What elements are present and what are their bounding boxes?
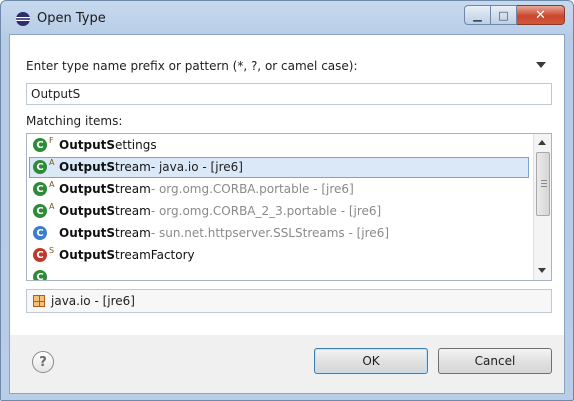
title-bar: Open Type ▁ □ ✕	[1, 1, 573, 35]
list-item-partial[interactable]: C	[27, 266, 533, 280]
ok-button[interactable]: OK	[314, 348, 428, 374]
package-icon	[33, 295, 45, 307]
minimize-button[interactable]: ▁	[464, 5, 491, 25]
type-name: OutputStreamFactory	[59, 248, 195, 262]
type-package: - org.omg.CORBA_2_3.portable - [jre6]	[150, 204, 382, 218]
list-item[interactable]: C F OutputSettings	[27, 134, 533, 156]
dialog-body: Enter type name prefix or pattern (*, ?,…	[9, 34, 565, 394]
class-abstract-icon: C	[33, 182, 47, 196]
scroll-thumb[interactable]	[536, 152, 550, 216]
matching-items-label: Matching items:	[26, 114, 123, 128]
type-name: OutputSettings	[59, 138, 157, 152]
package-status-text: java.io - [jre6]	[51, 294, 135, 308]
type-name: OutputStream	[59, 204, 151, 218]
modifier-badge: S	[49, 245, 55, 255]
window-title: Open Type	[37, 11, 106, 26]
type-search-input[interactable]	[26, 83, 552, 105]
package-status-bar: java.io - [jre6]	[26, 289, 552, 313]
list-item[interactable]: C S OutputStreamFactory	[27, 244, 533, 266]
class-abstract-icon: C	[33, 160, 47, 174]
maximize-button[interactable]: □	[491, 5, 517, 25]
matching-items-list[interactable]: C F OutputSettings C A OutputStream - ja…	[26, 133, 552, 281]
dialog-content: Enter type name prefix or pattern (*, ?,…	[10, 35, 564, 335]
class-icon: C	[33, 226, 47, 240]
type-name: OutputStream	[59, 182, 151, 196]
prompt-label: Enter type name prefix or pattern (*, ?,…	[26, 59, 358, 73]
class-static-icon: C	[33, 248, 47, 262]
vertical-scrollbar[interactable]	[533, 134, 551, 280]
scroll-up-icon[interactable]	[538, 140, 546, 145]
maximize-icon: □	[498, 8, 509, 22]
list-item[interactable]: C OutputStream - sun.net.httpserver.SSLS…	[27, 222, 533, 244]
type-package: - java.io - [jre6]	[150, 160, 243, 174]
modifier-badge: A	[49, 201, 55, 211]
close-button[interactable]: ✕	[517, 5, 565, 25]
type-package: - org.omg.CORBA.portable - [jre6]	[150, 182, 354, 196]
scroll-down-icon[interactable]	[538, 268, 546, 273]
minimize-icon: ▁	[473, 8, 482, 22]
list-item-selected[interactable]: C A OutputStream - java.io - [jre6]	[27, 156, 533, 178]
close-icon: ✕	[535, 7, 546, 23]
modifier-badge: A	[49, 157, 55, 167]
type-package: - sun.net.httpserver.SSLStreams - [jre6]	[150, 226, 390, 240]
modifier-badge: F	[49, 135, 54, 145]
window-controls: ▁ □ ✕	[464, 5, 565, 26]
eclipse-icon	[16, 12, 30, 26]
list-item[interactable]: C A OutputStream - org.omg.CORBA_2_3.por…	[27, 200, 533, 222]
help-button[interactable]: ?	[32, 351, 54, 373]
type-name: OutputStream	[59, 226, 151, 240]
class-abstract-icon: C	[33, 204, 47, 218]
modifier-badge: A	[49, 179, 55, 189]
list-item[interactable]: C A OutputStream - org.omg.CORBA.portabl…	[27, 178, 533, 200]
class-final-icon: C	[33, 138, 47, 152]
open-type-dialog: Open Type ▁ □ ✕ Enter type name prefix o…	[0, 0, 574, 401]
list-rows: C F OutputSettings C A OutputStream - ja…	[27, 134, 533, 280]
class-icon: C	[33, 270, 47, 280]
cancel-button[interactable]: Cancel	[438, 348, 552, 374]
view-menu-icon[interactable]	[536, 62, 546, 68]
dialog-footer: ? OK Cancel	[10, 335, 564, 393]
type-name: OutputStream	[59, 160, 151, 174]
